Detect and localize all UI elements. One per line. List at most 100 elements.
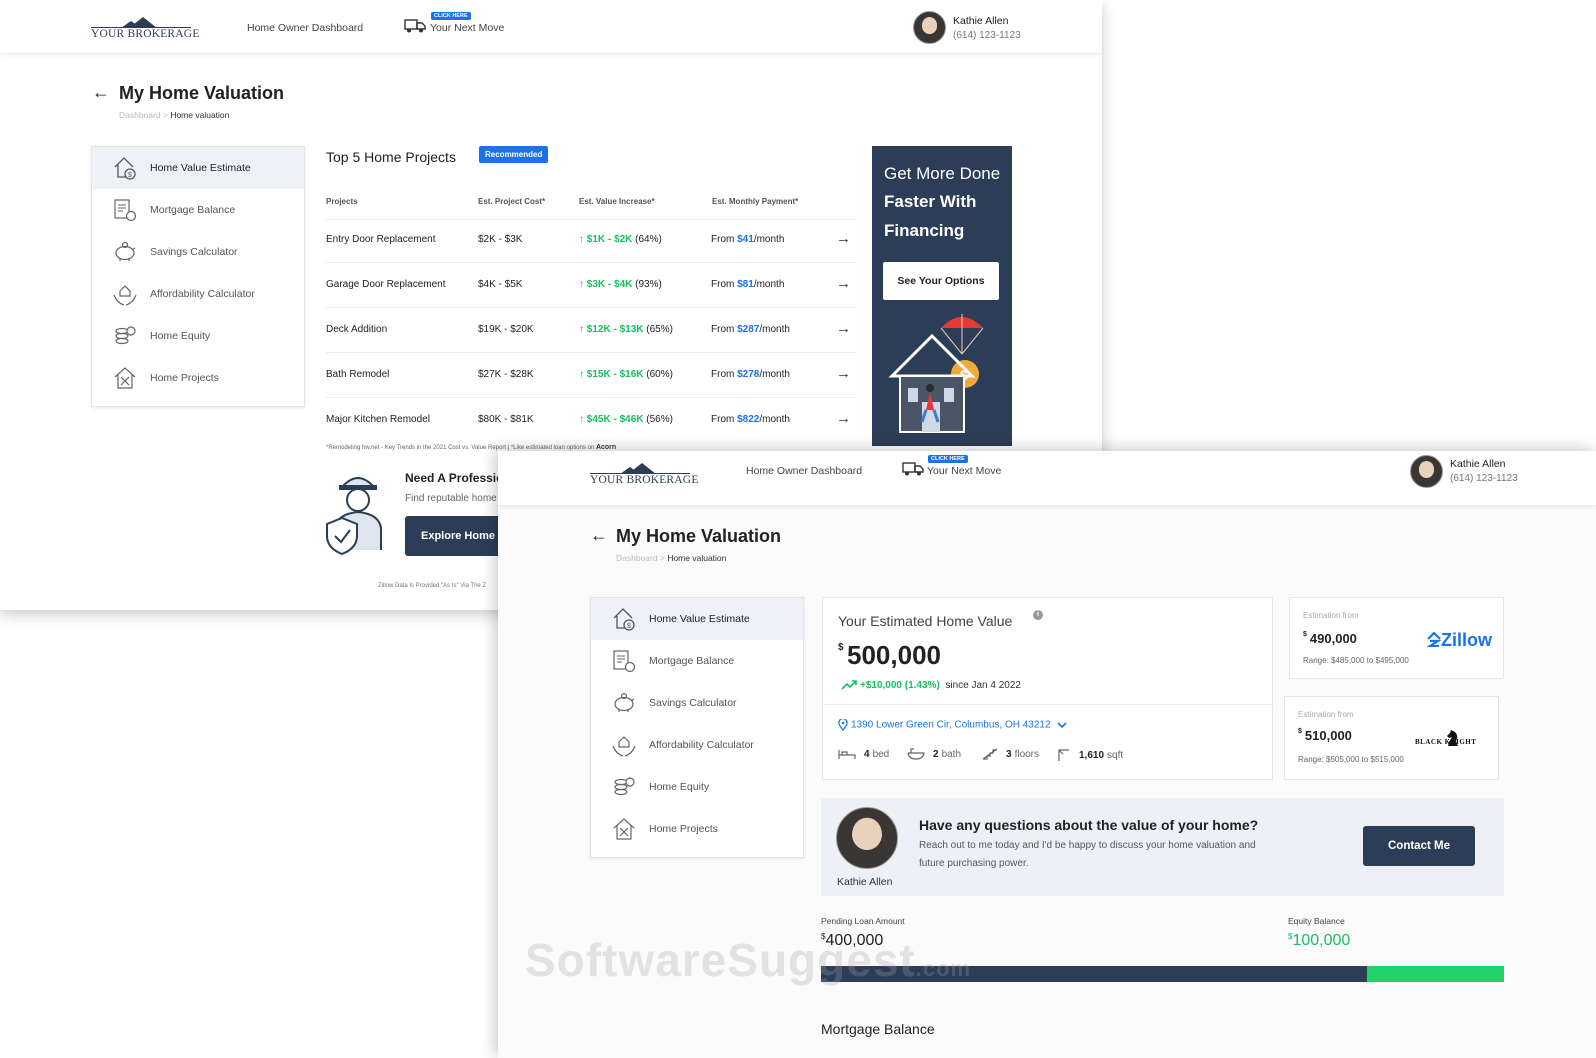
- pro-title: Need A Professio: [405, 471, 504, 485]
- moving-truck-icon[interactable]: [404, 19, 426, 33]
- acorn-logo: Acorn: [595, 444, 617, 451]
- sidebar-item-home-value-estimate[interactable]: $ Home Value Estimate: [591, 598, 803, 640]
- arrow-up-icon: ↑: [579, 234, 584, 245]
- user-phone: (614) 123-1123: [953, 30, 1021, 41]
- col-header-cost: Est. Project Cost*: [478, 197, 546, 206]
- project-cost: $4K - $5K: [478, 279, 523, 290]
- bathtub-icon: [907, 748, 925, 760]
- project-monthly-payment: From $81/month: [711, 279, 785, 290]
- coin-stack-icon: [614, 777, 635, 796]
- recommended-badge: Recommended: [479, 146, 549, 163]
- sidebar-item-home-value-estimate[interactable]: $ Home Value Estimate: [92, 147, 304, 189]
- hands-house-icon: [612, 736, 636, 757]
- document-coin-icon: [613, 650, 636, 673]
- project-name: Entry Door Replacement: [326, 234, 436, 245]
- chevron-down-icon[interactable]: [1057, 721, 1067, 729]
- col-header-increase: Est. Value Increase*: [579, 197, 655, 206]
- projects-footnote: *Remodeling hw.net - Key Trends in the 2…: [326, 444, 617, 451]
- click-here-badge[interactable]: CLICK HERE: [431, 12, 471, 20]
- card-divider: [823, 704, 1274, 705]
- arrow-up-icon: ↑: [579, 369, 584, 380]
- user-name: Kathie Allen: [1450, 458, 1506, 470]
- project-name: Garage Door Replacement: [326, 279, 446, 290]
- row-divider: [326, 397, 856, 398]
- breadcrumb-current: Home valuation: [170, 110, 230, 120]
- trend-up-icon: [841, 680, 857, 690]
- nav-your-next-move[interactable]: Your Next Move: [927, 465, 1001, 477]
- brokerage-logo[interactable]: YOUR BROKERAGE: [590, 461, 698, 487]
- page-title: My Home Valuation: [616, 526, 782, 546]
- sqft-feature: 1,610 sqft: [1057, 748, 1123, 762]
- breadcrumb-dashboard[interactable]: Dashboard: [119, 110, 161, 120]
- row-divider: [326, 262, 856, 263]
- project-monthly-payment: From $41/month: [711, 234, 785, 245]
- click-here-badge[interactable]: CLICK HERE: [928, 455, 968, 463]
- project-name: Bath Remodel: [326, 369, 390, 380]
- house-tools-icon: [114, 367, 136, 389]
- project-monthly-payment: From $822/month: [711, 414, 790, 425]
- sidebar-item-home-equity[interactable]: Home Equity: [92, 315, 304, 357]
- sidebar-item-mortgage-balance[interactable]: Mortgage Balance: [591, 640, 803, 682]
- contact-me-button[interactable]: Contact Me: [1363, 826, 1475, 866]
- row-arrow-icon[interactable]: →: [836, 275, 851, 292]
- sidebar-item-home-equity[interactable]: Home Equity: [591, 766, 803, 808]
- equity-bar-fill: [1367, 966, 1504, 982]
- sidebar-item-home-projects[interactable]: Home Projects: [591, 808, 803, 850]
- nav-your-next-move[interactable]: Your Next Move: [430, 22, 504, 34]
- equity-balance-value: $100,000: [1288, 932, 1351, 949]
- questions-title: Have any questions about the value of yo…: [919, 817, 1259, 833]
- document-coin-icon: [114, 199, 137, 222]
- sidebar-menu: $ Home Value Estimate Mortgage Balance S…: [91, 146, 305, 407]
- svg-text:$: $: [128, 172, 132, 179]
- col-header-payment: Est. Monthly Payment*: [712, 197, 799, 206]
- baths-feature: 2 bath: [907, 748, 961, 760]
- project-monthly-payment: From $278/month: [711, 369, 790, 380]
- sidebar-item-savings-calculator[interactable]: Savings Calculator: [92, 231, 304, 273]
- project-monthly-payment: From $287/month: [711, 324, 790, 335]
- sidebar-item-affordability-calculator[interactable]: Affordability Calculator: [92, 273, 304, 315]
- row-divider: [326, 352, 856, 353]
- arrow-up-icon: ↑: [579, 324, 584, 335]
- coin-stack-icon: [115, 326, 136, 345]
- estimated-value-title: Your Estimated Home Value: [838, 613, 1013, 629]
- location-pin-icon: [838, 717, 848, 732]
- top-navbar: YOUR BROKERAGE Home Owner Dashboard CLIC…: [498, 451, 1596, 506]
- project-name: Deck Addition: [326, 324, 388, 335]
- house-dollar-icon: $: [114, 157, 136, 180]
- arrow-up-icon: ↑: [579, 279, 584, 290]
- row-arrow-icon[interactable]: →: [836, 365, 851, 382]
- sidebar-item-mortgage-balance[interactable]: Mortgage Balance: [92, 189, 304, 231]
- svg-text:$: $: [627, 623, 631, 630]
- project-value-increase: ↑ $45K - $46K (56%): [579, 414, 673, 425]
- row-arrow-icon[interactable]: →: [836, 230, 851, 247]
- row-arrow-icon[interactable]: →: [836, 320, 851, 337]
- user-avatar[interactable]: [1410, 455, 1443, 488]
- nav-home-owner-dashboard[interactable]: Home Owner Dashboard: [746, 465, 862, 477]
- sidebar-item-home-projects[interactable]: Home Projects: [92, 357, 304, 399]
- moving-truck-icon[interactable]: [902, 462, 924, 476]
- sidebar-item-savings-calculator[interactable]: Savings Calculator: [591, 682, 803, 724]
- see-your-options-button[interactable]: See Your Options: [883, 262, 999, 300]
- back-arrow-icon[interactable]: ←: [92, 82, 110, 103]
- explore-home-button[interactable]: Explore Home: [405, 516, 505, 556]
- address-dropdown[interactable]: 1390 Lower Green Cir, Columbus, OH 43212: [838, 717, 1067, 732]
- user-avatar[interactable]: [913, 11, 946, 44]
- breadcrumb-dashboard[interactable]: Dashboard: [616, 553, 658, 563]
- sidebar-item-affordability-calculator[interactable]: Affordability Calculator: [591, 724, 803, 766]
- row-arrow-icon[interactable]: →: [836, 410, 851, 427]
- info-icon[interactable]: i: [1033, 610, 1043, 620]
- black-knight-range: Range: $505,000 to $515,000: [1298, 755, 1404, 764]
- questions-panel: Kathie Allen Have any questions about th…: [821, 798, 1504, 896]
- nav-home-owner-dashboard[interactable]: Home Owner Dashboard: [247, 22, 363, 34]
- zillow-house-icon: [1426, 631, 1442, 648]
- zillow-estimate-card[interactable]: Estimation from $490,000 Range: $485,000…: [1289, 597, 1504, 679]
- floors-feature: 3 floors: [982, 748, 1039, 760]
- brokerage-logo[interactable]: YOUR BROKERAGE: [91, 15, 199, 41]
- agent-name: Kathie Allen: [837, 876, 893, 888]
- worker-shield-illustration: [326, 477, 382, 556]
- back-arrow-icon[interactable]: ←: [590, 525, 608, 546]
- financing-promo-card: Get More Done Faster With Financing See …: [872, 146, 1012, 446]
- black-knight-estimate-card[interactable]: Estimation from $510,000 Range: $505,000…: [1284, 696, 1499, 780]
- house-tools-icon: [613, 818, 635, 840]
- black-knight-estimate-value: $510,000: [1298, 728, 1352, 743]
